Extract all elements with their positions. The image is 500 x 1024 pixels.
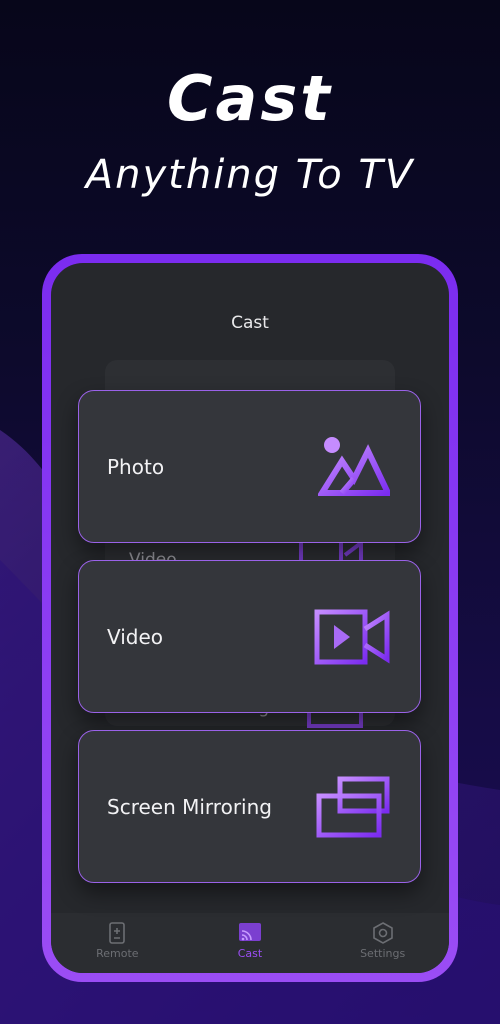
tab-cast[interactable]: Cast — [200, 922, 300, 960]
hero-title: Cast — [167, 62, 333, 135]
tab-cast-label: Cast — [237, 947, 263, 960]
video-icon — [314, 609, 390, 664]
screen-mirroring-card-label: Screen Mirroring — [107, 794, 272, 819]
video-card[interactable]: Video — [78, 560, 421, 713]
tab-settings-label: Settings — [360, 947, 406, 960]
screen-title: Cast — [231, 313, 269, 333]
settings-icon — [372, 922, 393, 944]
tab-remote[interactable]: Remote — [67, 922, 167, 960]
tab-settings[interactable]: Settings — [333, 922, 433, 960]
screen-mirroring-card[interactable]: Screen Mirroring — [78, 730, 421, 883]
bottom-tab-bar: Remote Cast Settings — [51, 913, 449, 973]
photo-icon — [318, 436, 390, 496]
screen-mirroring-icon — [316, 776, 390, 837]
tab-remote-label: Remote — [96, 947, 139, 960]
video-card-label: Video — [107, 624, 164, 649]
remote-icon — [109, 922, 126, 944]
cast-icon — [238, 923, 261, 941]
photo-card-label: Photo — [107, 454, 165, 479]
photo-card[interactable]: Photo — [78, 390, 421, 543]
hero-subtitle: Anything To TV — [85, 152, 415, 198]
